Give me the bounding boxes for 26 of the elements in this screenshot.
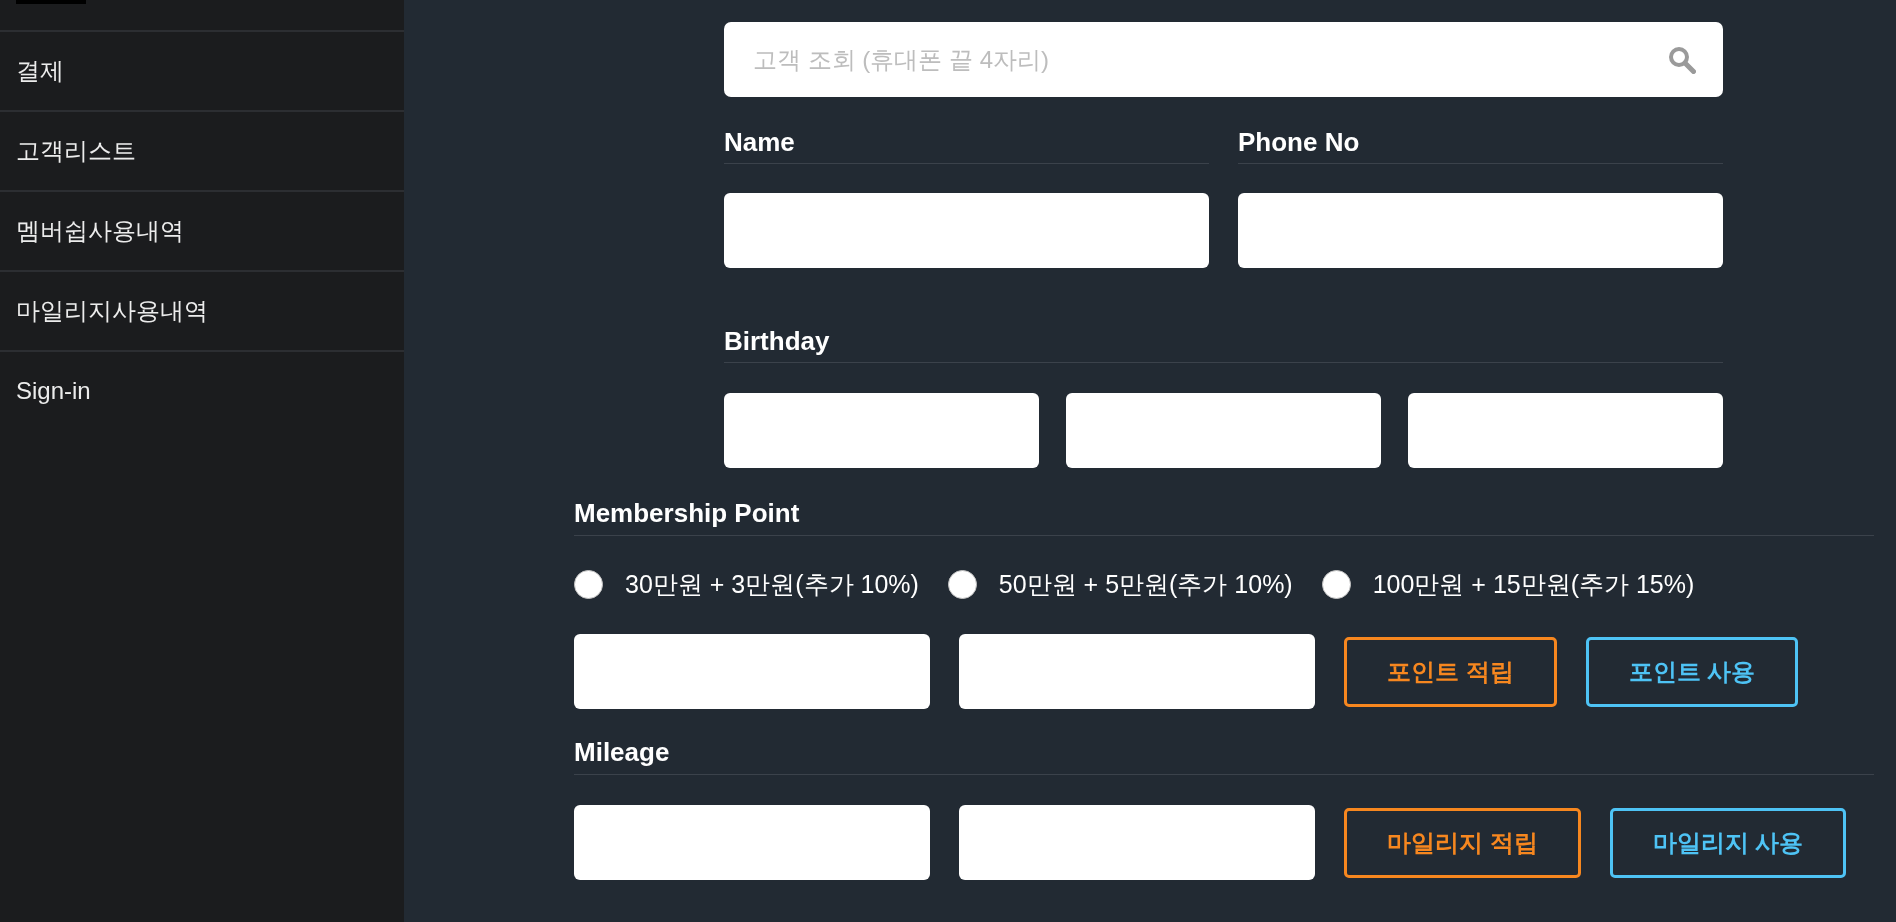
section-label: Mileage [574,737,670,767]
mileage-input[interactable] [574,805,930,880]
birthday-input[interactable] [724,393,1039,468]
birthday-input[interactable] [1066,393,1381,468]
option-label[interactable]: 100만원 + 15만원(추가 15%) [1372,567,1695,601]
search-field[interactable]: 고객 조회 (휴대폰 끝 4자리) [724,22,1723,97]
field-label: Birthday [724,326,830,356]
search-icon[interactable] [1668,46,1696,74]
field-label: Name [724,127,795,157]
option-label[interactable]: 30만원 + 3만원(추가 10%) [625,567,919,601]
field-label: Phone No [1238,127,1360,157]
point-input[interactable] [959,634,1315,709]
option-label[interactable]: 50만원 + 5만원(추가 10%) [998,567,1293,601]
radio-button[interactable] [1321,569,1351,599]
section-label: Membership Point [574,498,800,528]
point-button[interactable]: 포인트 적립 [1344,636,1557,707]
mileage-button[interactable]: 마일리지 사용 [1609,807,1847,878]
mileage-input[interactable] [959,805,1315,880]
point-button[interactable]: 포인트 사용 [1585,636,1799,707]
point-input[interactable] [574,634,930,709]
mileage-button[interactable]: 마일리지 적립 [1344,807,1581,878]
radio-button[interactable] [947,569,977,599]
text-input[interactable] [1238,193,1723,268]
text-input[interactable] [724,193,1209,268]
radio-button[interactable] [574,569,603,599]
birthday-input[interactable] [1408,393,1723,468]
